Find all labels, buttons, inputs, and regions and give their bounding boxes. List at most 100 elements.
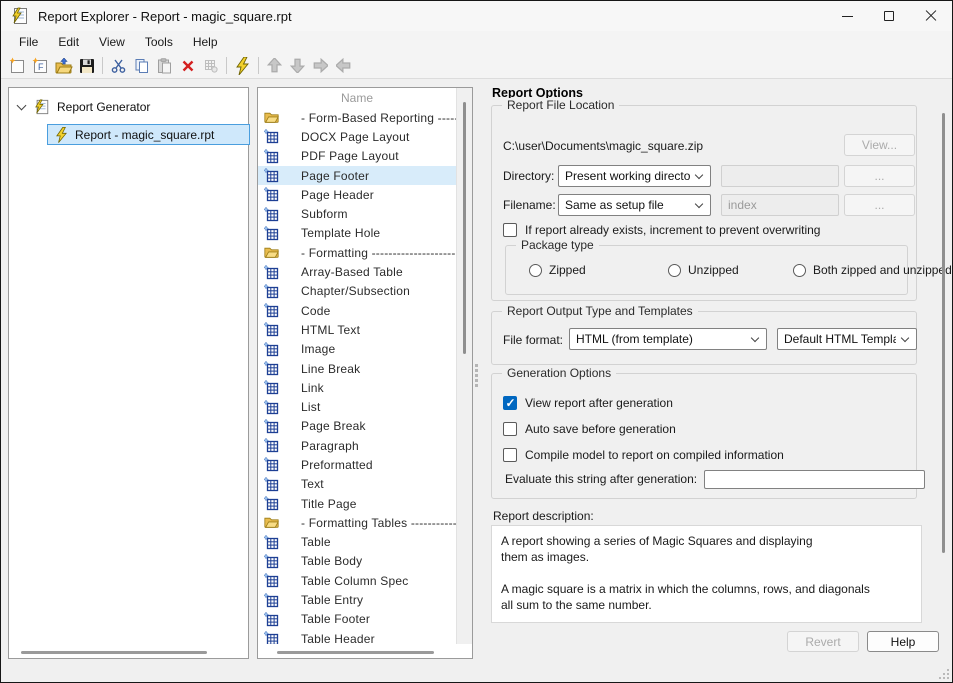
- generation-checkbox-row[interactable]: Compile model to report on compiled info…: [503, 448, 784, 462]
- list-item[interactable]: Table Column Spec: [258, 571, 456, 590]
- increment-checkbox[interactable]: [503, 223, 517, 237]
- save-icon[interactable]: [75, 55, 98, 77]
- list-item[interactable]: Image: [258, 340, 456, 359]
- list-item[interactable]: Chapter/Subsection: [258, 282, 456, 301]
- radio-unzipped[interactable]: Unzipped: [668, 263, 739, 277]
- list-item[interactable]: Link: [258, 378, 456, 397]
- directory-browse-button[interactable]: ...: [844, 165, 915, 187]
- help-button[interactable]: Help: [867, 631, 939, 652]
- filename-browse-button[interactable]: ...: [844, 194, 915, 216]
- copy-icon[interactable]: [130, 55, 153, 77]
- list-item-label: Page Footer: [301, 169, 369, 183]
- list-vscrollbar[interactable]: [456, 88, 472, 644]
- component-library-panel: Name: [257, 87, 473, 659]
- list-hscrollbar[interactable]: [277, 651, 434, 654]
- checkbox-label: Compile model to report on compiled info…: [525, 448, 784, 462]
- list-item[interactable]: Page Footer: [258, 166, 456, 185]
- panel-splitter[interactable]: [475, 364, 478, 389]
- left-hscrollbar[interactable]: [21, 651, 207, 654]
- table-component-icon: [264, 284, 279, 299]
- tree-node-report-generator[interactable]: Report Generator: [9, 96, 248, 118]
- maximize-button[interactable]: [868, 1, 910, 31]
- list-item[interactable]: PDF Page Layout: [258, 147, 456, 166]
- list-item[interactable]: Subform: [258, 204, 456, 223]
- list-item[interactable]: Text: [258, 475, 456, 494]
- revert-button[interactable]: Revert: [787, 631, 859, 652]
- list-item-label: - Form-Based Reporting ------------: [301, 111, 456, 125]
- list-item[interactable]: DOCX Page Layout: [258, 127, 456, 146]
- menu-item[interactable]: Help: [183, 33, 228, 51]
- generation-checkbox-row[interactable]: Auto save before generation: [503, 422, 784, 436]
- chevron-down-icon[interactable]: [17, 101, 27, 111]
- file-format-combo[interactable]: HTML (from template): [569, 328, 767, 350]
- directory-combo[interactable]: Present working directory: [558, 165, 711, 187]
- minimize-button[interactable]: [826, 1, 868, 31]
- component-list: - Form-Based Reporting ------------: [258, 108, 456, 644]
- evaluate-input[interactable]: [704, 470, 925, 489]
- generate-report-icon[interactable]: [231, 55, 254, 77]
- radio-icon[interactable]: [529, 264, 542, 277]
- list-item[interactable]: Template Hole: [258, 224, 456, 243]
- list-item[interactable]: List: [258, 397, 456, 416]
- list-item[interactable]: Line Break: [258, 359, 456, 378]
- list-item[interactable]: Page Break: [258, 417, 456, 436]
- tree-node-report-selected[interactable]: Report - magic_square.rpt: [47, 124, 250, 145]
- close-button[interactable]: [910, 1, 952, 31]
- list-item[interactable]: Page Header: [258, 185, 456, 204]
- toolbar-separator: [226, 57, 227, 74]
- list-item[interactable]: Paragraph: [258, 436, 456, 455]
- checkbox-icon[interactable]: [503, 448, 517, 462]
- list-item[interactable]: - Form-Based Reporting ------------: [258, 108, 456, 127]
- open-folder-icon[interactable]: [52, 55, 75, 77]
- list-item[interactable]: Table Body: [258, 552, 456, 571]
- list-item[interactable]: Code: [258, 301, 456, 320]
- checkbox-icon[interactable]: [503, 422, 517, 436]
- list-header-name[interactable]: Name: [258, 88, 472, 108]
- menu-item[interactable]: View: [89, 33, 135, 51]
- view-button[interactable]: View...: [844, 134, 915, 156]
- list-item[interactable]: - Formatting ----------------------: [258, 243, 456, 262]
- report-description-text[interactable]: A report showing a series of Magic Squar…: [491, 525, 922, 623]
- radio-icon[interactable]: [668, 264, 681, 277]
- list-item[interactable]: Preformatted: [258, 455, 456, 474]
- list-vscrollbar-thumb[interactable]: [463, 102, 466, 354]
- radio-label: Unzipped: [688, 263, 739, 277]
- list-item[interactable]: Table Entry: [258, 590, 456, 609]
- list-item[interactable]: - Formatting Tables ----------------: [258, 513, 456, 532]
- template-combo[interactable]: Default HTML Template: [777, 328, 917, 350]
- list-item[interactable]: Table: [258, 533, 456, 552]
- increment-checkbox-row[interactable]: If report already exists, increment to p…: [503, 223, 820, 237]
- delete-icon[interactable]: [176, 55, 199, 77]
- cut-icon[interactable]: [107, 55, 130, 77]
- generation-checkbox-row[interactable]: View report after generation: [503, 396, 784, 410]
- filename-field: index: [721, 194, 839, 216]
- table-component-icon: [264, 554, 279, 569]
- options-vscrollbar-thumb[interactable]: [942, 113, 945, 553]
- list-item-label: Text: [301, 477, 324, 491]
- new-form-report-icon[interactable]: F: [29, 55, 52, 77]
- list-item[interactable]: Array-Based Table: [258, 262, 456, 281]
- report-generator-icon: [34, 99, 50, 115]
- group-legend: Package type: [516, 238, 599, 252]
- table-component-icon: [264, 573, 279, 588]
- radio-icon[interactable]: [793, 264, 806, 277]
- forward-icon: [309, 55, 332, 77]
- list-item[interactable]: Title Page: [258, 494, 456, 513]
- resize-grip[interactable]: [939, 669, 949, 679]
- menu-item[interactable]: Tools: [135, 33, 183, 51]
- new-report-icon[interactable]: [6, 55, 29, 77]
- move-up-icon: [263, 55, 286, 77]
- list-item[interactable]: Table Footer: [258, 610, 456, 629]
- menu-item[interactable]: Edit: [48, 33, 89, 51]
- list-item[interactable]: HTML Text: [258, 320, 456, 339]
- menu-item[interactable]: File: [9, 33, 48, 51]
- radio-both[interactable]: Both zipped and unzipped: [793, 263, 952, 277]
- table-component-icon: [264, 303, 279, 318]
- checkbox-icon[interactable]: [503, 396, 517, 410]
- report-lightning-icon: [56, 127, 67, 143]
- radio-zipped[interactable]: Zipped: [529, 263, 586, 277]
- table-component-icon: [264, 477, 279, 492]
- list-item[interactable]: Table Header: [258, 629, 456, 644]
- filename-combo[interactable]: Same as setup file: [558, 194, 711, 216]
- paste-icon[interactable]: [153, 55, 176, 77]
